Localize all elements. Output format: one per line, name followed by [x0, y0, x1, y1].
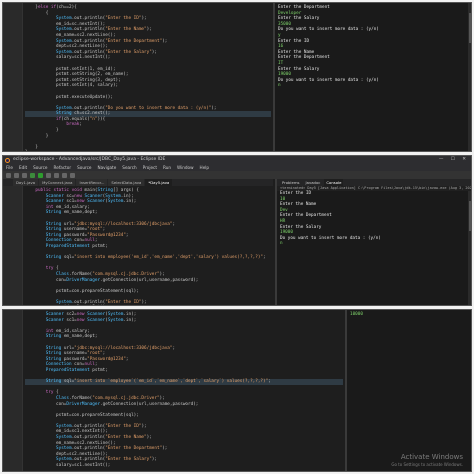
code-lines[interactable]: public static void main(String[] args) {…	[25, 188, 273, 305]
save-icon[interactable]	[14, 172, 19, 178]
editor-tab[interactable]: MyConnect.java	[39, 179, 76, 186]
console-scrollbar[interactable]	[468, 3, 471, 151]
menu-item[interactable]: Project	[143, 164, 157, 171]
menu-item[interactable]: Search	[122, 164, 136, 171]
screenshot-panel-top: }else if(ch==2){ { System.out.println("E…	[2, 2, 472, 152]
menu-item[interactable]: File	[6, 164, 13, 171]
print-icon[interactable]	[22, 172, 27, 178]
run-icon[interactable]	[38, 172, 43, 178]
menu-item[interactable]: Source	[77, 164, 91, 171]
code-lines[interactable]: }else if(ch==2){ { System.out.println("E…	[25, 5, 271, 151]
menu-item[interactable]: Source	[33, 164, 47, 171]
line-gutter	[3, 310, 23, 471]
console-line: n	[280, 241, 283, 247]
console-line: n	[278, 83, 281, 89]
eclipse-icon	[5, 157, 10, 163]
editor-tab[interactable]: *Day5.java	[145, 179, 173, 186]
debug-icon[interactable]	[30, 172, 35, 178]
console-line: 10000	[350, 312, 363, 317]
screenshot-panel-middle: eclipse-workspace - Advancedjava/src/JDB…	[2, 155, 472, 306]
console-output[interactable]: 10000	[345, 310, 471, 471]
new-icon[interactable]	[6, 172, 11, 178]
console-view[interactable]: Problems Javadoc Console <terminated> Day5…	[275, 179, 471, 305]
console-tabs: Problems Javadoc Console	[277, 179, 471, 186]
external-tools-icon[interactable]	[46, 172, 51, 178]
code-lines[interactable]: Scanner sc2=new Scanner(System.in); Scan…	[25, 312, 343, 469]
menu-item[interactable]: Help	[200, 164, 210, 171]
toolbar	[3, 171, 471, 179]
window-controls[interactable]: — ☐ ✕	[439, 156, 469, 164]
console-lines: Enter the Department Developer Enter the S…	[275, 3, 471, 89]
console-tab[interactable]: Console	[324, 179, 344, 186]
menu-bar: File Edit Source Refactor Source Navigate Sear…	[3, 164, 471, 171]
console-tab[interactable]: Problems	[280, 179, 302, 186]
code-line[interactable]: salary=sc1.nextInt();	[25, 463, 343, 469]
activate-windows-subtitle: Go to Settings to activate Windows.	[391, 462, 463, 467]
activate-windows-title: Activate Windows	[400, 453, 463, 461]
editor-tab[interactable]: SelectData.java	[108, 179, 145, 186]
console-output[interactable]: Enter the Department Developer Enter the S…	[273, 3, 471, 151]
editor-tab[interactable]: Day1.java	[13, 179, 39, 186]
line-gutter	[3, 3, 23, 151]
editor-tabs: Day1.java MyConnect.java InsertRecor... Sel…	[3, 179, 273, 186]
menu-item[interactable]: Window	[177, 164, 194, 171]
console-tab[interactable]: Javadoc	[304, 179, 323, 186]
window-title: eclipse-workspace - Advancedjava/src/JDB…	[13, 157, 166, 162]
menu-item[interactable]: Run	[163, 164, 171, 171]
new-class-icon[interactable]	[54, 172, 59, 178]
window-titlebar: eclipse-workspace - Advancedjava/src/JDB…	[3, 156, 471, 164]
code-editor[interactable]: Scanner sc2=new Scanner(System.in); Scan…	[3, 310, 343, 471]
console-lines: Enter the ID 10 Enter the Name Dev Enter the…	[277, 191, 471, 247]
menu-item[interactable]: Navigate	[97, 164, 116, 171]
open-type-icon[interactable]	[62, 172, 67, 178]
menu-item[interactable]: Edit	[19, 164, 27, 171]
menu-item[interactable]: Refactor	[54, 164, 72, 171]
console-scrollbar[interactable]	[468, 191, 471, 305]
console-lines: 10000	[347, 310, 471, 318]
code-editor[interactable]: Day1.java MyConnect.java InsertRecor... Sel…	[3, 179, 273, 305]
code-line[interactable]: }	[25, 150, 271, 151]
line-gutter	[3, 186, 23, 305]
editor-tab[interactable]: InsertRecor...	[76, 179, 108, 186]
search-icon[interactable]	[70, 172, 75, 178]
code-editor[interactable]: }else if(ch==2){ { System.out.println("E…	[3, 3, 271, 151]
screenshot-panel-bottom: Scanner sc2=new Scanner(System.in); Scan…	[2, 309, 472, 472]
